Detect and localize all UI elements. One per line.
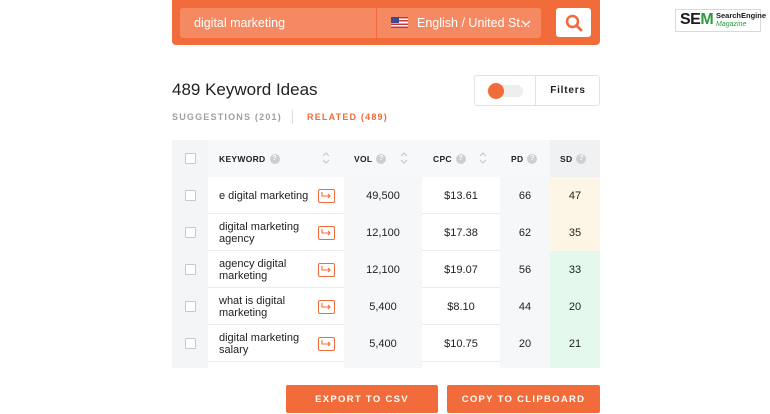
search-input[interactable]: digital marketing xyxy=(180,8,376,38)
keyword-cell xyxy=(208,362,344,368)
vol-cell: 12,100 xyxy=(344,214,422,251)
tab-suggestions[interactable]: SUGGESTIONS (201) xyxy=(172,112,282,122)
keyword-text[interactable]: agency digital marketing xyxy=(219,258,309,282)
chevron-down-icon xyxy=(521,8,531,38)
go-cell xyxy=(312,177,340,214)
open-keyword-icon[interactable] xyxy=(317,225,335,240)
sort-icon[interactable] xyxy=(400,150,408,166)
vol-cell: 12,100 xyxy=(344,251,422,288)
language-select[interactable]: English / United St... xyxy=(377,8,541,38)
pd-cell: 66 xyxy=(500,177,550,214)
view-toggle[interactable] xyxy=(487,83,523,99)
filter-toolbar: Filters xyxy=(474,75,600,106)
keyword-text[interactable]: digital marketing salary xyxy=(219,332,309,356)
help-icon[interactable]: ? xyxy=(269,153,280,164)
cpc-cell: $8.10 xyxy=(447,300,475,313)
page-title: 489 Keyword Ideas xyxy=(172,80,318,99)
keyword-text[interactable]: e digital marketing xyxy=(219,190,308,202)
go-cell xyxy=(312,214,340,251)
help-icon[interactable]: ? xyxy=(527,153,538,164)
pd-cell: 44 xyxy=(500,288,550,325)
pd-cell: 20 xyxy=(500,325,550,362)
header-checkbox-cell xyxy=(172,140,208,177)
cpc-cell: $10.75 xyxy=(444,337,478,350)
open-keyword-icon[interactable] xyxy=(317,262,335,277)
help-icon[interactable]: ? xyxy=(455,153,466,164)
sd-cell xyxy=(550,362,600,368)
sd-cell: 47 xyxy=(550,177,600,214)
header-sd[interactable]: SD? xyxy=(550,140,600,177)
table-row: digital marketing agency 12,100 $17.38 62 35 xyxy=(172,214,600,251)
header-pd[interactable]: PD? xyxy=(500,140,550,177)
sem-logo: SEM SearchEngine Magazine xyxy=(675,9,766,32)
sort-icon[interactable] xyxy=(479,150,487,166)
table-row: e digital marketing 49,500 $13.61 66 47 xyxy=(172,177,600,214)
row-checkbox-cell xyxy=(172,214,208,251)
sd-cell: 33 xyxy=(550,251,600,288)
go-cell xyxy=(312,251,340,288)
table-row: agency digital marketing 12,100 $19.07 56 33 xyxy=(172,251,600,288)
search-bar: digital marketing English / United St... xyxy=(172,0,600,45)
cpc-cell: $17.38 xyxy=(444,226,478,239)
sd-cell: 35 xyxy=(550,214,600,251)
help-icon[interactable]: ? xyxy=(576,153,587,164)
open-keyword-icon[interactable] xyxy=(317,336,335,351)
header-keyword[interactable]: KEYWORD? xyxy=(208,140,344,177)
language-label: English / United St... xyxy=(417,16,531,30)
row-checkbox[interactable] xyxy=(184,227,196,238)
cpc-cell: $13.61 xyxy=(444,189,478,202)
go-cell xyxy=(312,288,340,325)
keyword-table: KEYWORD? VOL? CPC? PD? SD? e digital mar… xyxy=(172,140,600,368)
go-cell xyxy=(312,325,340,362)
vol-cell: 49,500 xyxy=(344,177,422,214)
pd-cell: 56 xyxy=(500,251,550,288)
header-cpc[interactable]: CPC? xyxy=(422,140,500,177)
sort-icon[interactable] xyxy=(322,150,330,166)
export-csv-button[interactable]: EXPORT TO CSV xyxy=(286,385,438,413)
table-row xyxy=(172,362,600,368)
cpc-cell xyxy=(422,362,500,368)
keyword-text[interactable]: what is digital marketing xyxy=(219,295,309,319)
row-checkbox[interactable] xyxy=(184,338,196,349)
row-checkbox[interactable] xyxy=(184,190,196,201)
table-header: KEYWORD? VOL? CPC? PD? SD? xyxy=(172,140,600,177)
row-checkbox-cell xyxy=(172,362,208,368)
sd-cell: 21 xyxy=(550,325,600,362)
pd-cell: 62 xyxy=(500,214,550,251)
logo-mark: SEM xyxy=(680,11,714,28)
logo-line1: SearchEngine xyxy=(716,11,767,20)
row-checkbox-cell xyxy=(172,325,208,362)
filters-button[interactable]: Filters xyxy=(536,76,600,105)
row-checkbox-cell xyxy=(172,288,208,325)
open-keyword-icon[interactable] xyxy=(317,299,335,314)
table-row: what is digital marketing 5,400 $8.10 44 20 xyxy=(172,288,600,325)
sd-cell: 20 xyxy=(550,288,600,325)
cpc-cell: $19.07 xyxy=(444,263,478,276)
row-checkbox-cell xyxy=(172,177,208,214)
toggle-knob xyxy=(488,83,504,99)
row-checkbox-cell xyxy=(172,251,208,288)
select-all-checkbox[interactable] xyxy=(184,153,196,164)
search-button[interactable] xyxy=(556,8,591,37)
magnifier-icon xyxy=(565,14,583,32)
copy-clipboard-button[interactable]: COPY TO CLIPBOARD xyxy=(447,385,600,413)
row-checkbox[interactable] xyxy=(184,301,196,312)
help-icon[interactable]: ? xyxy=(376,153,387,164)
row-checkbox[interactable] xyxy=(184,264,196,275)
header-vol[interactable]: VOL? xyxy=(344,140,422,177)
pd-cell xyxy=(500,362,550,368)
us-flag-icon xyxy=(391,17,408,28)
vol-cell: 5,400 xyxy=(344,288,422,325)
divider xyxy=(292,110,293,124)
table-row: digital marketing salary 5,400 $10.75 20 21 xyxy=(172,325,600,362)
tab-related[interactable]: RELATED (489) xyxy=(307,112,388,122)
open-keyword-icon[interactable] xyxy=(317,188,335,203)
vol-cell: 5,400 xyxy=(344,325,422,362)
keyword-text[interactable]: digital marketing agency xyxy=(219,221,309,245)
vol-cell xyxy=(344,362,422,368)
logo-line2: Magazine xyxy=(716,21,747,28)
